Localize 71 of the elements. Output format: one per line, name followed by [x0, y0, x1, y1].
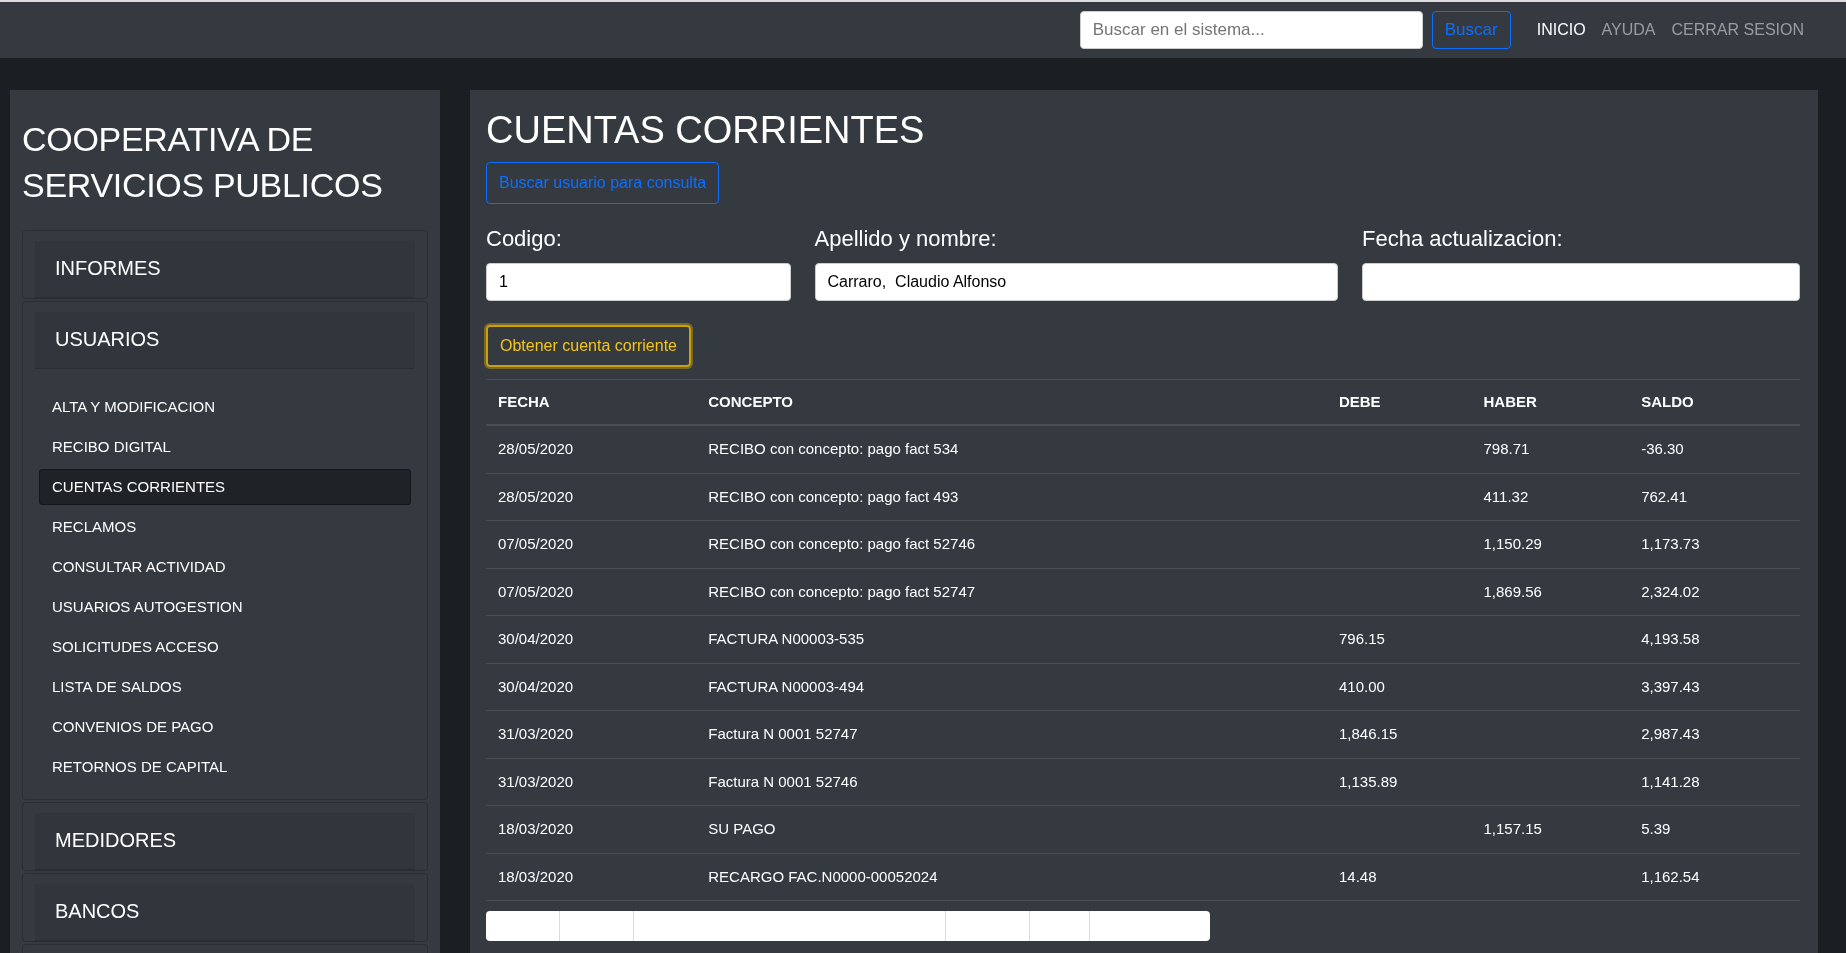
menu-item[interactable]: CONSULTAR ACTIVIDAD: [39, 549, 411, 585]
table-cell: 1,150.29: [1483, 535, 1542, 553]
table-cell: 07/05/2020: [498, 582, 574, 600]
table-cell: RECIBO con concepto: pago fact 52746: [708, 535, 976, 553]
table-cell: 2,987.43: [1641, 725, 1700, 743]
menu-item[interactable]: USUARIOS AUTOGESTION: [39, 589, 411, 625]
table-cell: 1,157.15: [1483, 820, 1542, 838]
table-cell: FACTURA N00003-535: [708, 630, 865, 648]
nav-link[interactable]: INICIO: [1536, 18, 1586, 42]
page-title: CUENTAS CORRIENTES: [486, 108, 926, 153]
table-cell: 410.00: [1338, 677, 1385, 695]
table-cell: -36.30: [1641, 440, 1684, 458]
menu-item[interactable]: ALTA Y MODIFICACION: [39, 389, 411, 425]
field-label: Apellido y nombre:: [814, 224, 998, 253]
nav-link[interactable]: CERRAR SESION: [1671, 18, 1804, 42]
table-cell: 31/03/2020: [498, 772, 574, 790]
menu-item[interactable]: SOLICITUDES ACCESO: [39, 629, 411, 665]
table-cell: 18/03/2020: [498, 867, 574, 885]
nav-link[interactable]: AYUDA: [1601, 18, 1656, 42]
table-cell: 5.39: [1641, 820, 1671, 838]
table-cell: 28/05/2020: [498, 440, 574, 458]
menu-item[interactable]: LISTA DE SALDOS: [39, 669, 411, 705]
table-cell: 411.32: [1483, 487, 1529, 505]
accordion-header[interactable]: INFORMES: [35, 241, 415, 298]
field-label: Codigo:: [486, 224, 563, 253]
table-cell: 30/04/2020: [498, 677, 574, 695]
menu-item[interactable]: RECLAMOS: [39, 509, 411, 545]
column-header: DEBE: [1326, 379, 1472, 426]
table-cell: 1,162.54: [1641, 867, 1700, 885]
table-cell: 28/05/2020: [498, 487, 574, 505]
table-cell: 1,846.15: [1338, 725, 1398, 743]
table-cell: RECARGO FAC.N0000-00052024: [708, 867, 938, 885]
accordion-header[interactable]: USUARIOS: [35, 312, 415, 369]
table-cell: 18/03/2020: [498, 820, 574, 838]
table-cell: 762.41: [1641, 487, 1688, 505]
table-cell: 07/05/2020: [498, 535, 574, 553]
table-cell: 798.71: [1483, 440, 1530, 458]
table-cell: FACTURA N00003-494: [708, 677, 865, 695]
column-header: CONCEPTO: [696, 379, 1327, 426]
table-cell: 2,324.02: [1641, 582, 1700, 600]
table-cell: 14.48: [1338, 867, 1377, 885]
table-cell: RECIBO con concepto: pago fact 493: [708, 487, 959, 505]
table-cell: 4,193.58: [1641, 630, 1700, 648]
field-label: Fecha actualizacion:: [1362, 224, 1564, 253]
column-header: HABER: [1471, 379, 1630, 426]
table-cell: 1,173.73: [1641, 535, 1700, 553]
table-cell: Factura N 0001 52747: [708, 725, 858, 743]
table-cell: 1,141.28: [1641, 772, 1700, 790]
input-field[interactable]: 1: [486, 262, 791, 301]
fetch-button[interactable]: Obtener cuenta corriente: [486, 324, 691, 367]
table-cell: Factura N 0001 52746: [708, 772, 858, 790]
table-cell: SU PAGO: [708, 820, 776, 838]
menu-item[interactable]: CUENTAS CORRIENTES: [39, 469, 411, 505]
column-header: SALDO: [1629, 379, 1800, 426]
table-cell: 3,397.43: [1641, 677, 1700, 695]
table-cell: 1,869.56: [1483, 582, 1542, 600]
accordion-header[interactable]: BANCOS: [35, 884, 415, 941]
sidebar-title: COOPERATIVA DE SERVICIOS PUBLICOS: [22, 119, 384, 206]
table-cell: 1,135.89: [1338, 772, 1398, 790]
menu-item[interactable]: RECIBO DIGITAL: [39, 429, 411, 465]
accordion-header[interactable]: MEDIDORES: [35, 813, 415, 870]
input-field[interactable]: Carraro, Claudio Alfonso: [814, 262, 1338, 301]
search-field[interactable]: Buscar en el sistema...: [1079, 11, 1423, 49]
menu-item[interactable]: CONVENIOS DE PAGO: [39, 709, 411, 745]
table-cell: 31/03/2020: [498, 725, 574, 743]
table-cell: 796.15: [1338, 630, 1385, 648]
table-cell: RECIBO con concepto: pago fact 534: [708, 440, 959, 458]
table-cell: RECIBO con concepto: pago fact 52747: [708, 582, 976, 600]
table-cell: 30/04/2020: [498, 630, 574, 648]
column-header: FECHA: [486, 379, 697, 426]
menu-item[interactable]: RETORNOS DE CAPITAL: [39, 749, 411, 785]
